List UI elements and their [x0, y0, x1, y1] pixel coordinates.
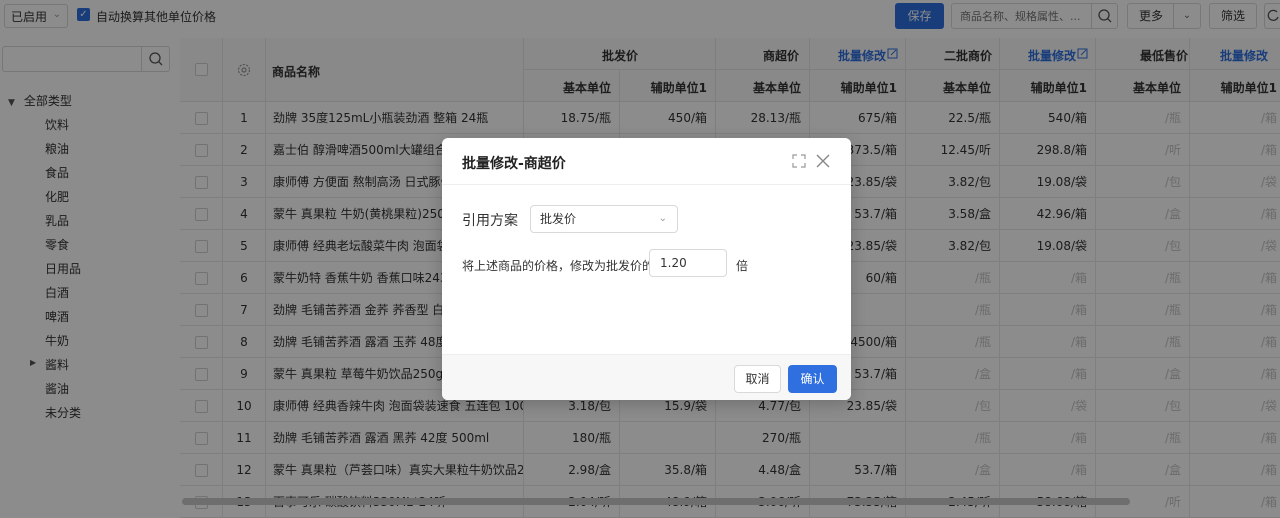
multiplier-input[interactable]	[649, 249, 727, 277]
expand-icon[interactable]	[791, 153, 807, 169]
chevron-down-icon: ⌄	[658, 213, 667, 224]
close-icon[interactable]	[815, 153, 831, 169]
dialog-divider	[442, 184, 851, 185]
scheme-value: 批发价	[540, 212, 577, 226]
batch-edit-dialog: 批量修改-商超价 引用方案 批发价 ⌄ 将上述商品的价格，修改为批发价的 倍 取…	[442, 138, 851, 400]
confirm-button[interactable]: 确认	[788, 365, 837, 393]
dialog-footer: 取消 确认	[442, 354, 851, 400]
scheme-label: 引用方案	[462, 213, 518, 229]
scheme-select[interactable]: 批发价 ⌄	[530, 205, 678, 233]
dialog-title: 批量修改-商超价	[462, 156, 566, 172]
cancel-button[interactable]: 取消	[734, 365, 781, 393]
multiplier-suffix: 倍	[736, 259, 749, 273]
instruction-text: 将上述商品的价格，修改为批发价的	[462, 259, 655, 273]
